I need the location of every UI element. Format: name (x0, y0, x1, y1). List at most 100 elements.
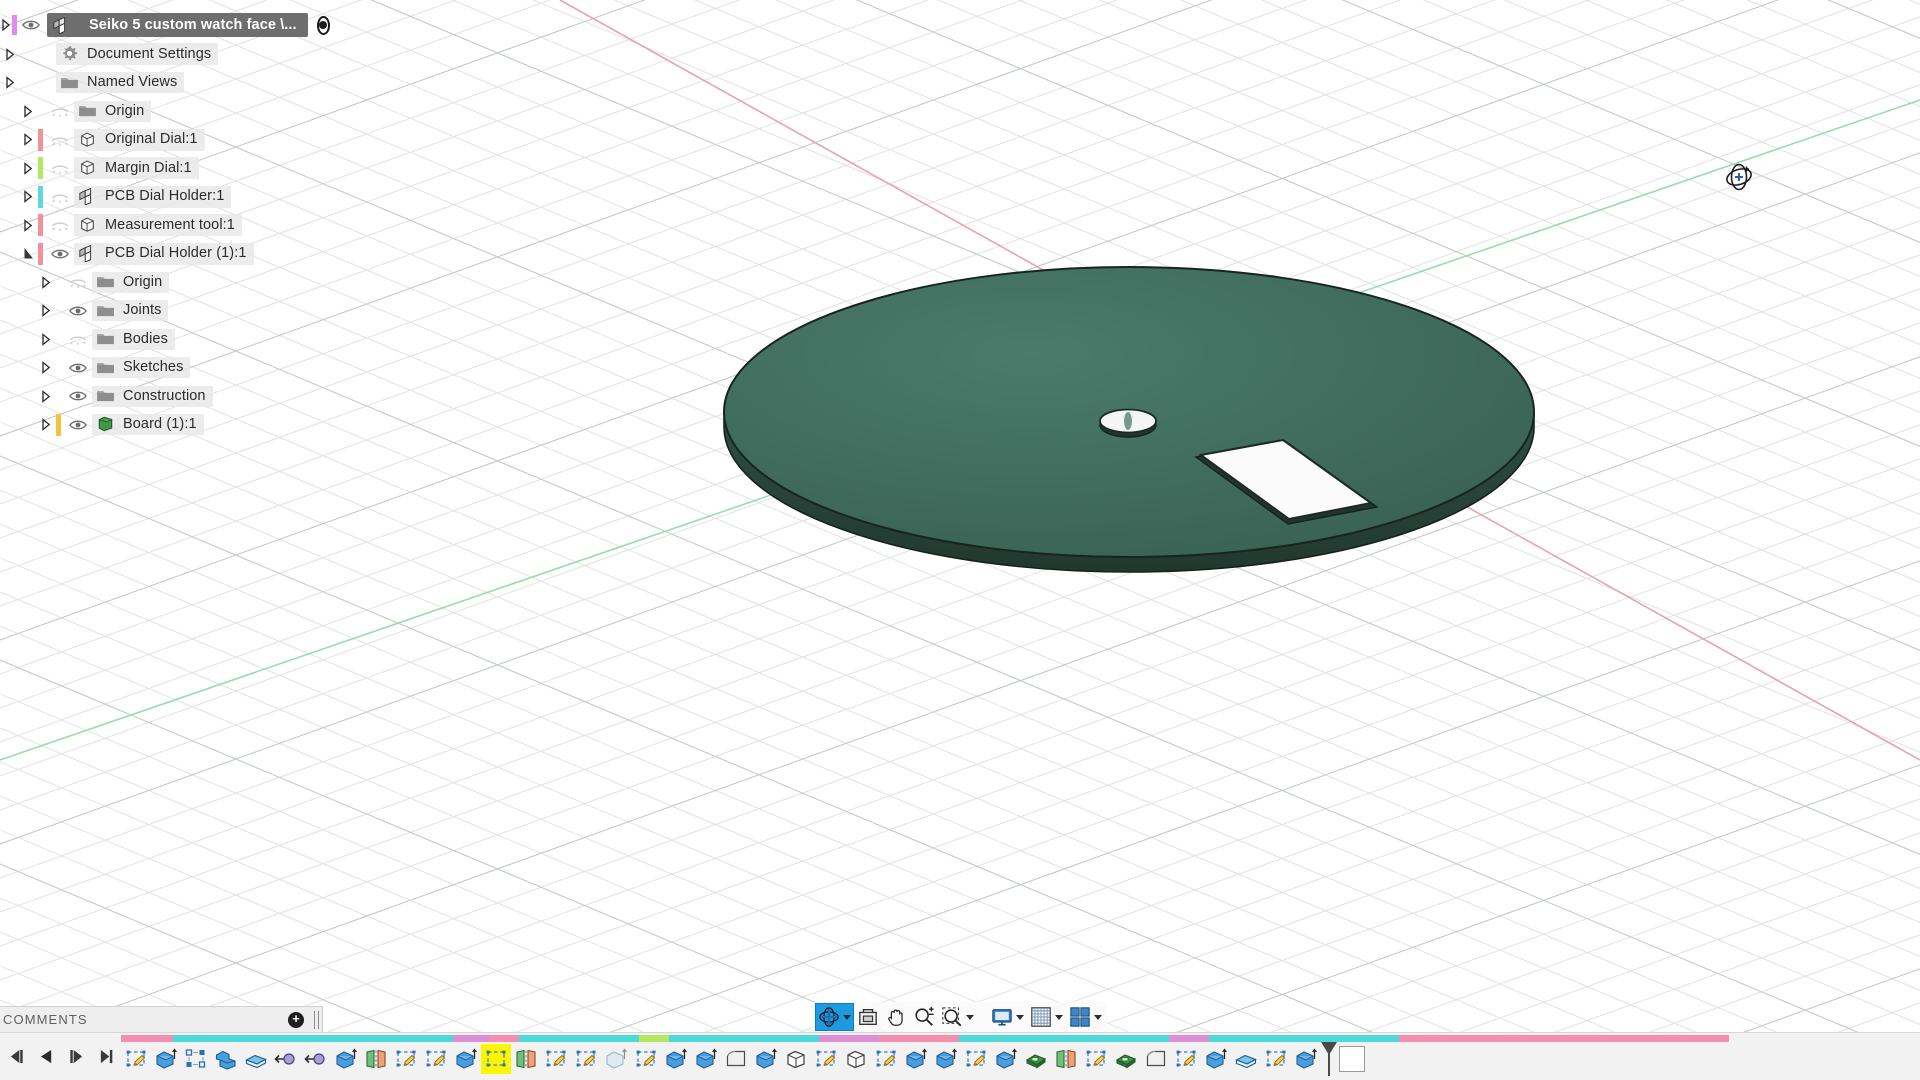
timeline-feature-4[interactable] (241, 1044, 271, 1074)
visibility-toggle[interactable] (68, 276, 87, 288)
tree-row-document-settings[interactable]: Document Settings (0, 40, 330, 69)
timeline-feature-13[interactable] (511, 1044, 541, 1074)
tree-row-margin-dial-1[interactable]: Margin Dial:1 (0, 154, 330, 183)
look-at-tool[interactable] (854, 1003, 882, 1031)
timeline-playback-controls[interactable] (0, 1033, 121, 1080)
visibility-toggle[interactable] (68, 390, 87, 402)
orbit-tool[interactable] (815, 1003, 854, 1031)
timeline-group-band[interactable] (1399, 1035, 1729, 1042)
expand-caret[interactable] (18, 219, 38, 232)
timeline-feature-39[interactable] (1291, 1044, 1321, 1074)
tree-item-list[interactable]: Document SettingsNamed ViewsOriginOrigin… (0, 40, 330, 439)
chevron-down-icon[interactable] (1094, 1015, 1102, 1020)
timeline-feature-29[interactable] (991, 1044, 1021, 1074)
chevron-down-icon[interactable] (843, 1015, 851, 1020)
expand-caret[interactable] (18, 105, 38, 118)
timeline-feature-20[interactable] (721, 1044, 751, 1074)
visibility-toggle[interactable] (50, 162, 69, 174)
browser-root-row[interactable]: Seiko 5 custom watch face \... (0, 10, 330, 40)
tree-row-sketches[interactable]: Sketches (0, 354, 330, 383)
tree-row-origin[interactable]: Origin (0, 268, 330, 297)
timeline-feature-36[interactable] (1201, 1044, 1231, 1074)
chevron-down-icon[interactable] (1055, 1015, 1063, 1020)
timeline-feature-7[interactable] (331, 1044, 361, 1074)
expand-caret[interactable] (0, 48, 20, 61)
tree-row-board-1-1[interactable]: Board (1):1 (0, 411, 330, 440)
timeline-feature-34[interactable] (1141, 1044, 1171, 1074)
go-to-end[interactable] (98, 1049, 115, 1064)
timeline-group-band[interactable] (669, 1035, 819, 1042)
timeline-feature-15[interactable] (571, 1044, 601, 1074)
chevron-down-icon[interactable] (966, 1015, 974, 1020)
timeline-feature-25[interactable] (871, 1044, 901, 1074)
tree-row-pcb-dial-holder-1-1[interactable]: PCB Dial Holder (1):1 (0, 240, 330, 269)
visibility-toggle[interactable] (50, 191, 69, 203)
timeline-feature-14[interactable] (541, 1044, 571, 1074)
pan-tool[interactable] (882, 1003, 910, 1031)
timeline-feature-12[interactable] (481, 1044, 511, 1074)
timeline-feature-27[interactable] (931, 1044, 961, 1074)
root-expand-caret[interactable] (0, 19, 12, 31)
display-settings[interactable] (988, 1003, 1027, 1031)
comments-resize-handle[interactable] (314, 1011, 319, 1029)
timeline-feature-9[interactable] (391, 1044, 421, 1074)
timeline-feature-6[interactable] (301, 1044, 331, 1074)
tree-row-pcb-dial-holder-1[interactable]: PCB Dial Holder:1 (0, 183, 330, 212)
grid-snaps[interactable] (1027, 1003, 1066, 1031)
expand-caret[interactable] (36, 418, 56, 431)
timeline-group-band[interactable] (519, 1035, 639, 1042)
timeline-group-band[interactable] (453, 1035, 489, 1042)
expand-caret[interactable] (36, 304, 56, 317)
timeline-feature-1[interactable] (151, 1044, 181, 1074)
expand-caret[interactable] (18, 190, 38, 203)
timeline-feature-17[interactable] (631, 1044, 661, 1074)
tree-row-construction[interactable]: Construction (0, 382, 330, 411)
timeline-group-band[interactable] (1169, 1035, 1209, 1042)
timeline-feature-8[interactable] (361, 1044, 391, 1074)
expand-caret[interactable] (18, 133, 38, 146)
timeline-feature-31[interactable] (1051, 1044, 1081, 1074)
root-visibility-toggle[interactable] (21, 19, 40, 31)
plus-circle-icon[interactable]: + (288, 1012, 304, 1028)
timeline-feature-28[interactable] (961, 1044, 991, 1074)
tree-row-joints[interactable]: Joints (0, 297, 330, 326)
navigation-toolbar[interactable] (813, 1002, 1107, 1032)
expand-caret[interactable] (0, 76, 20, 89)
timeline-group-band[interactable] (1209, 1035, 1399, 1042)
tree-row-named-views[interactable]: Named Views (0, 69, 330, 98)
activate-component-radio[interactable] (317, 16, 330, 35)
timeline-group-band[interactable] (959, 1035, 1169, 1042)
timeline-feature-3[interactable] (211, 1044, 241, 1074)
visibility-toggle[interactable] (50, 105, 69, 117)
timeline-feature-5[interactable] (271, 1044, 301, 1074)
visibility-toggle[interactable] (50, 248, 69, 260)
zoom-tool[interactable] (910, 1003, 938, 1031)
expand-caret[interactable] (36, 390, 56, 403)
step-forward[interactable] (68, 1049, 85, 1064)
go-to-beginning[interactable] (8, 1049, 25, 1064)
step-back[interactable] (38, 1049, 55, 1064)
timeline-feature-19[interactable] (691, 1044, 721, 1074)
timeline-feature-38[interactable] (1261, 1044, 1291, 1074)
timeline-feature-23[interactable] (811, 1044, 841, 1074)
visibility-toggle[interactable] (68, 305, 87, 317)
timeline-feature-2[interactable] (181, 1044, 211, 1074)
pcb-dial-holder-model[interactable] (724, 267, 1534, 572)
timeline-feature-30[interactable] (1021, 1044, 1051, 1074)
zoom-window-tool[interactable] (938, 1003, 977, 1031)
timeline-bar[interactable] (0, 1032, 1920, 1080)
timeline-group-band[interactable] (489, 1035, 519, 1042)
model-browser-tree[interactable]: Seiko 5 custom watch face \... Document … (0, 10, 330, 439)
timeline-feature-35[interactable] (1171, 1044, 1201, 1074)
timeline-feature-0[interactable] (121, 1044, 151, 1074)
visibility-toggle[interactable] (68, 333, 87, 345)
timeline-feature-list[interactable] (121, 1042, 1371, 1076)
timeline-end-slot[interactable] (1339, 1046, 1365, 1072)
chevron-down-icon[interactable] (1016, 1015, 1024, 1020)
visibility-toggle[interactable] (50, 219, 69, 231)
tree-row-measurement-tool-1[interactable]: Measurement tool:1 (0, 211, 330, 240)
expand-caret[interactable] (18, 247, 38, 260)
timeline-group-band[interactable] (879, 1035, 959, 1042)
expand-caret[interactable] (18, 162, 38, 175)
comments-panel[interactable]: COMMENTS + (0, 1006, 323, 1032)
